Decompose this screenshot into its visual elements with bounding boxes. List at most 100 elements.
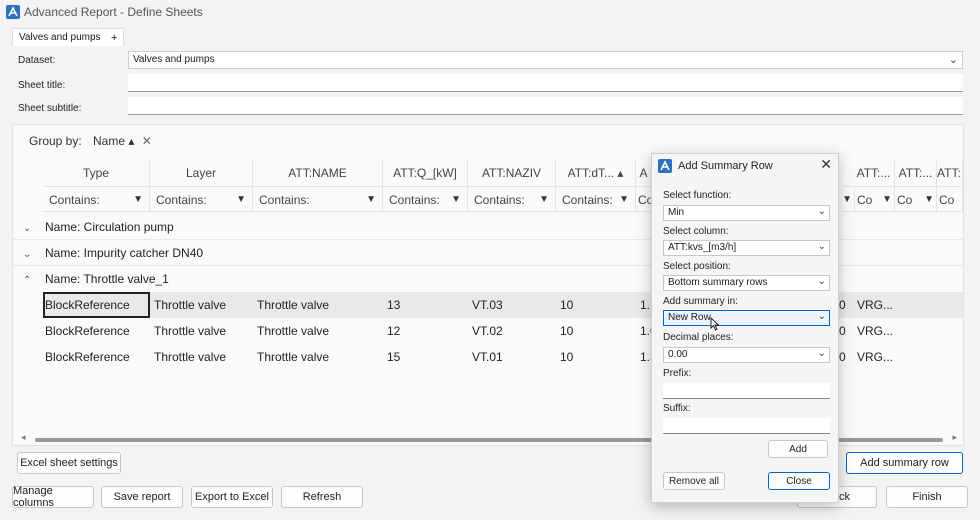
column-header-att-more-1[interactable]: ATT:... <box>853 160 895 186</box>
dataset-select[interactable]: Valves and pumps ⌄ <box>128 51 963 69</box>
filter-layer[interactable]: Contains: ▼ <box>150 186 253 212</box>
cell-type[interactable]: BlockReference <box>43 292 150 318</box>
sheet-title-input[interactable] <box>128 74 963 92</box>
summary-in-value: New Row <box>668 312 711 323</box>
collapse-chevron-icon[interactable]: ⌃ <box>23 268 45 294</box>
cell-naziv[interactable]: VT.02 <box>470 318 554 344</box>
cell-dt[interactable]: 10 <box>558 318 634 344</box>
cell-q[interactable]: 13 <box>385 292 465 318</box>
column-header-type[interactable]: Type <box>43 160 150 186</box>
prefix-input[interactable] <box>663 383 830 399</box>
filter-att-more-1[interactable]: Co ▼ <box>855 186 895 212</box>
column-header-layer[interactable]: Layer <box>150 160 253 186</box>
filter-type[interactable]: Contains: ▼ <box>43 186 150 212</box>
cell-naziv[interactable]: VT.03 <box>470 292 554 318</box>
scroll-right-icon[interactable]: ▸ <box>952 432 957 443</box>
filter-att-q[interactable]: Contains: ▼ <box>383 186 468 212</box>
column-header-att-name[interactable]: ATT:NAME <box>253 160 383 186</box>
funnel-icon[interactable]: ▼ <box>924 187 934 211</box>
cell-q[interactable]: 15 <box>385 344 465 370</box>
funnel-icon[interactable]: ▼ <box>133 187 143 211</box>
add-summary-row-dialog: Add Summary Row ✕ Select function: Min ⌄ … <box>651 153 839 503</box>
column-header-att-more-2[interactable]: ATT:... <box>895 160 937 186</box>
cell-type[interactable]: BlockReference <box>43 318 150 344</box>
cell-c2[interactable]: VRG... <box>855 344 905 370</box>
funnel-icon[interactable]: ▼ <box>843 187 852 211</box>
remove-all-button[interactable]: Remove all <box>663 472 725 490</box>
filter-att-naziv[interactable]: Contains: ▼ <box>468 186 556 212</box>
filter-att-dt[interactable]: Contains: ▼ <box>556 186 636 212</box>
decimal-places-select[interactable]: 0.00 ⌄ <box>663 347 830 363</box>
column-header-att-dt[interactable]: ATT:dT... ▴ <box>556 160 636 186</box>
manage-columns-button[interactable]: Manage columns <box>12 485 94 509</box>
function-select[interactable]: Min ⌄ <box>663 205 830 221</box>
export-to-excel-button[interactable]: Export to Excel <box>191 486 273 508</box>
cell-a[interactable]: 1.3 <box>638 344 652 370</box>
select-position-label: Select position: <box>663 261 731 272</box>
scroll-left-icon[interactable]: ◂ <box>21 432 26 443</box>
cell-layer[interactable]: Throttle valve <box>152 344 252 370</box>
filter-label: Co <box>638 193 652 207</box>
position-select[interactable]: Bottom summary rows ⌄ <box>663 275 830 291</box>
suffix-input[interactable] <box>663 418 830 434</box>
column-header-att-naziv[interactable]: ATT:NAZIV <box>468 160 556 186</box>
excel-sheet-settings-button[interactable]: Excel sheet settings <box>17 452 121 474</box>
dataset-value: Valves and pumps <box>133 54 215 65</box>
cell-name[interactable]: Throttle valve <box>255 344 381 370</box>
cell-a[interactable]: 1.1 <box>638 292 652 318</box>
column-header-a[interactable]: A <box>636 160 652 186</box>
cell-naziv[interactable]: VT.01 <box>470 344 554 370</box>
filter-att-more-2[interactable]: Co ▼ <box>895 186 937 212</box>
column-header-att-more-3[interactable]: ATT:... <box>937 160 963 186</box>
function-value: Min <box>668 207 685 218</box>
filter-label: Contains: <box>474 193 525 207</box>
column-select[interactable]: ATT:kvs_[m3/h] ⌄ <box>663 240 830 256</box>
sheet-subtitle-input[interactable] <box>128 97 963 115</box>
cell-layer[interactable]: Throttle valve <box>152 318 252 344</box>
cell-a[interactable]: 1.0 <box>638 318 652 344</box>
cell-q[interactable]: 12 <box>385 318 465 344</box>
filter-a[interactable]: Co <box>636 186 652 212</box>
filter-hidden[interactable]: ▼ <box>843 186 855 212</box>
group-row-circulation-pump[interactable]: ⌄ Name: Circulation pump <box>23 214 174 240</box>
chevron-down-icon: ⌄ <box>817 276 826 287</box>
cell-layer[interactable]: Throttle valve <box>152 292 252 318</box>
position-value: Bottom summary rows <box>668 277 768 288</box>
remove-group-icon[interactable]: ✕ <box>142 134 152 148</box>
save-report-button[interactable]: Save report <box>101 486 183 508</box>
group-chip-name[interactable]: Name ▴ ✕ <box>93 134 152 148</box>
cell-name[interactable]: Throttle valve <box>255 292 381 318</box>
funnel-icon[interactable]: ▼ <box>539 187 549 211</box>
filter-att-name[interactable]: Contains: ▼ <box>253 186 383 212</box>
filter-att-more-3[interactable]: Co <box>937 186 963 212</box>
tab-valves-and-pumps[interactable]: Valves and pumps + <box>12 28 124 46</box>
funnel-icon[interactable]: ▼ <box>619 187 629 211</box>
close-button[interactable]: Close <box>768 472 830 490</box>
filter-label: Contains: <box>389 193 440 207</box>
funnel-icon[interactable]: ▼ <box>451 187 461 211</box>
funnel-icon[interactable]: ▼ <box>366 187 376 211</box>
title-bar: Advanced Report - Define Sheets <box>0 0 980 24</box>
filter-label: Contains: <box>562 193 613 207</box>
funnel-icon[interactable]: ▼ <box>236 187 246 211</box>
cell-name[interactable]: Throttle valve <box>255 318 381 344</box>
cell-dt[interactable]: 10 <box>558 292 634 318</box>
chevron-down-icon: ⌄ <box>817 241 826 252</box>
refresh-button[interactable]: Refresh <box>281 486 363 508</box>
filter-label: Co <box>939 193 955 207</box>
add-tab-button[interactable]: + <box>111 32 117 44</box>
summary-in-select[interactable]: New Row ⌄ <box>663 310 830 331</box>
funnel-icon[interactable]: ▼ <box>882 187 892 211</box>
cell-type[interactable]: BlockReference <box>43 344 150 370</box>
group-row-impurity-catcher[interactable]: ⌄ Name: Impurity catcher DN40 <box>23 240 203 266</box>
close-icon[interactable]: ✕ <box>820 156 832 173</box>
add-summary-in-label: Add summary in: <box>663 296 739 307</box>
add-summary-row-button[interactable]: Add summary row <box>846 452 963 474</box>
cell-c2[interactable]: VRG... <box>855 292 905 318</box>
cell-dt[interactable]: 10 <box>558 344 634 370</box>
add-button[interactable]: Add <box>768 440 828 458</box>
finish-button[interactable]: Finish <box>886 486 968 508</box>
cell-c2[interactable]: VRG... <box>855 318 905 344</box>
group-row-throttle-valve[interactable]: ⌃ Name: Throttle valve_1 <box>23 266 169 292</box>
column-header-att-q[interactable]: ATT:Q_[kW] <box>383 160 468 186</box>
